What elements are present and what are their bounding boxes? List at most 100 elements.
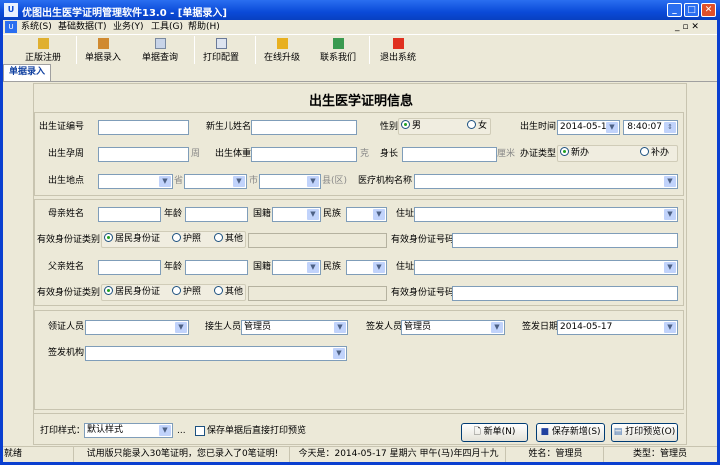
issue-date-select[interactable]: 2014-05-17 ▼ — [557, 320, 678, 335]
print-preview-icon: ▤ — [613, 427, 626, 437]
birth-time-value: 8:40:07 — [627, 122, 662, 132]
chevron-down-icon: ▼ — [233, 176, 245, 187]
city-select[interactable]: ▼ — [184, 174, 247, 189]
print-style-select[interactable]: 默认样式 ▼ — [84, 423, 173, 438]
weight-unit: 克 — [360, 149, 370, 159]
status-user-type: 类型：管理员 — [632, 449, 687, 459]
radio-label: 补办 — [651, 148, 670, 158]
menu-help[interactable]: 帮助(H) — [188, 21, 220, 34]
toolbar-print-config[interactable]: 打印配置 — [191, 36, 251, 66]
toolbar-label: 退出系统 — [379, 53, 416, 63]
toolbar-upgrade[interactable]: 在线升级 — [252, 36, 312, 66]
birth-time-label: 出生时间 — [519, 122, 556, 132]
gender-female-radio[interactable]: 女 — [467, 119, 487, 134]
save-button[interactable]: ■ 保存新增(S) — [536, 423, 605, 442]
issue-date-value: 2014-05-17 — [560, 322, 613, 332]
father-id-passport-radio[interactable]: 护照 — [172, 285, 201, 300]
close-button[interactable]: ✕ — [701, 3, 716, 17]
spin-updown-icon[interactable]: ⇕ — [664, 122, 676, 133]
toolbar-query[interactable]: 单据查询 — [130, 36, 190, 66]
cert-no-input[interactable] — [98, 120, 189, 135]
birth-time-spinner[interactable]: 8:40:07 ⇕ — [623, 120, 678, 135]
mother-address-select[interactable]: ▼ — [414, 207, 678, 222]
bottom-divider — [34, 413, 684, 414]
father-age-label: 年龄 — [164, 262, 183, 272]
lock-icon — [37, 38, 49, 49]
mother-id-other-input — [248, 233, 387, 248]
upgrade-icon — [276, 38, 288, 49]
baby-name-input[interactable] — [251, 120, 357, 135]
mother-nationality-label: 国籍 — [253, 209, 272, 219]
birthplace-label: 出生地点 — [47, 176, 84, 186]
father-id-other-radio[interactable]: 其他 — [214, 285, 243, 300]
father-ethnicity-select[interactable]: ▼ — [346, 260, 387, 275]
new-button[interactable]: 🗋 新单(N) — [461, 423, 528, 442]
window-title: 优图出生医学证明管理软件13.0 - [单据录入] — [22, 8, 227, 19]
birth-date-picker[interactable]: 2014-05-17 ▼ — [557, 120, 620, 135]
father-name-input[interactable] — [98, 260, 161, 275]
father-id-no-input[interactable] — [452, 286, 678, 301]
father-nationality-select[interactable]: ▼ — [272, 260, 321, 275]
issue-org-select[interactable]: ▼ — [85, 346, 347, 361]
auto-print-checkbox[interactable] — [195, 426, 205, 436]
toolbar-contact[interactable]: 联系我们 — [308, 36, 368, 66]
province-unit: 省 — [174, 176, 184, 186]
issuer-select[interactable]: 管理员 ▼ — [401, 320, 505, 335]
mdi-window-controls[interactable]: _ ▫ ✕ — [675, 22, 699, 32]
midwife-label: 接生人员 — [205, 322, 242, 332]
edit-icon — [97, 38, 109, 49]
county-select[interactable]: ▼ — [259, 174, 321, 189]
chevron-down-icon: ▼ — [159, 176, 171, 187]
gest-weeks-input[interactable] — [98, 147, 189, 162]
menu-business[interactable]: 业务(Y) — [113, 21, 144, 34]
father-address-select[interactable]: ▼ — [414, 260, 678, 275]
mother-address-label: 住址 — [396, 209, 415, 219]
gender-male-radio[interactable]: 男 — [401, 119, 421, 134]
toolbar-register[interactable]: 正版注册 — [13, 36, 73, 66]
mother-id-passport-radio[interactable]: 护照 — [172, 232, 201, 247]
radio-label: 其他 — [225, 234, 244, 244]
mother-id-other-radio[interactable]: 其他 — [214, 232, 243, 247]
mother-ethnicity-select[interactable]: ▼ — [346, 207, 387, 222]
mother-id-resident-radio[interactable]: 居民身份证 — [104, 232, 160, 247]
print-preview-button[interactable]: ▤ 打印预览(O) — [611, 423, 678, 442]
hospital-select[interactable]: ▼ — [414, 174, 678, 189]
father-nationality-label: 国籍 — [253, 262, 272, 272]
toolbar-entry[interactable]: 单据录入 — [73, 36, 133, 66]
height-input[interactable] — [402, 147, 497, 162]
minimize-button[interactable]: _ — [667, 3, 682, 17]
toolbar-label: 正版注册 — [24, 53, 61, 63]
receiver-select[interactable]: ▼ — [85, 320, 189, 335]
mother-age-input[interactable] — [185, 207, 248, 222]
reissue-radio[interactable]: 补办 — [640, 146, 669, 161]
chevron-down-icon: ▼ — [373, 262, 385, 273]
mother-name-input[interactable] — [98, 207, 161, 222]
menu-tools[interactable]: 工具(G) — [151, 21, 183, 34]
new-doc-icon: 🗋 — [473, 427, 484, 437]
radio-label: 女 — [478, 121, 488, 131]
home-icon — [332, 38, 344, 49]
radio-label: 护照 — [183, 234, 202, 244]
issue-date-label: 签发日期 — [522, 322, 559, 332]
weight-input[interactable] — [251, 147, 357, 162]
father-id-resident-radio[interactable]: 居民身份证 — [104, 285, 160, 300]
toolbar-label: 单据录入 — [84, 53, 121, 63]
radio-label: 新办 — [571, 148, 590, 158]
menu-base-data[interactable]: 基础数据(T) — [58, 21, 107, 34]
menu-system[interactable]: 系统(S) — [21, 21, 52, 34]
midwife-select[interactable]: 管理员 ▼ — [241, 320, 348, 335]
mother-nationality-select[interactable]: ▼ — [272, 207, 321, 222]
mother-id-type-radio-group: 居民身份证 护照 其他 — [101, 231, 246, 248]
province-select[interactable]: ▼ — [98, 174, 173, 189]
mother-id-no-input[interactable] — [452, 233, 678, 248]
maximize-button[interactable]: □ — [684, 3, 699, 17]
print-style-more-button[interactable]: ... — [177, 424, 186, 438]
issuer-value: 管理员 — [404, 322, 432, 332]
button-label: 新单(N) — [483, 427, 516, 437]
status-trial: 试用版只能录入30笔证明，您已录入了0笔证明! — [76, 447, 290, 462]
status-today: 今天是：2014-05-17 星期六 甲午(马)年四月十九 — [292, 447, 506, 462]
new-issue-radio[interactable]: 新办 — [560, 146, 589, 161]
toolbar-exit[interactable]: 退出系统 — [368, 36, 428, 66]
tab-entry[interactable]: 单据录入 — [3, 64, 51, 81]
father-age-input[interactable] — [185, 260, 248, 275]
